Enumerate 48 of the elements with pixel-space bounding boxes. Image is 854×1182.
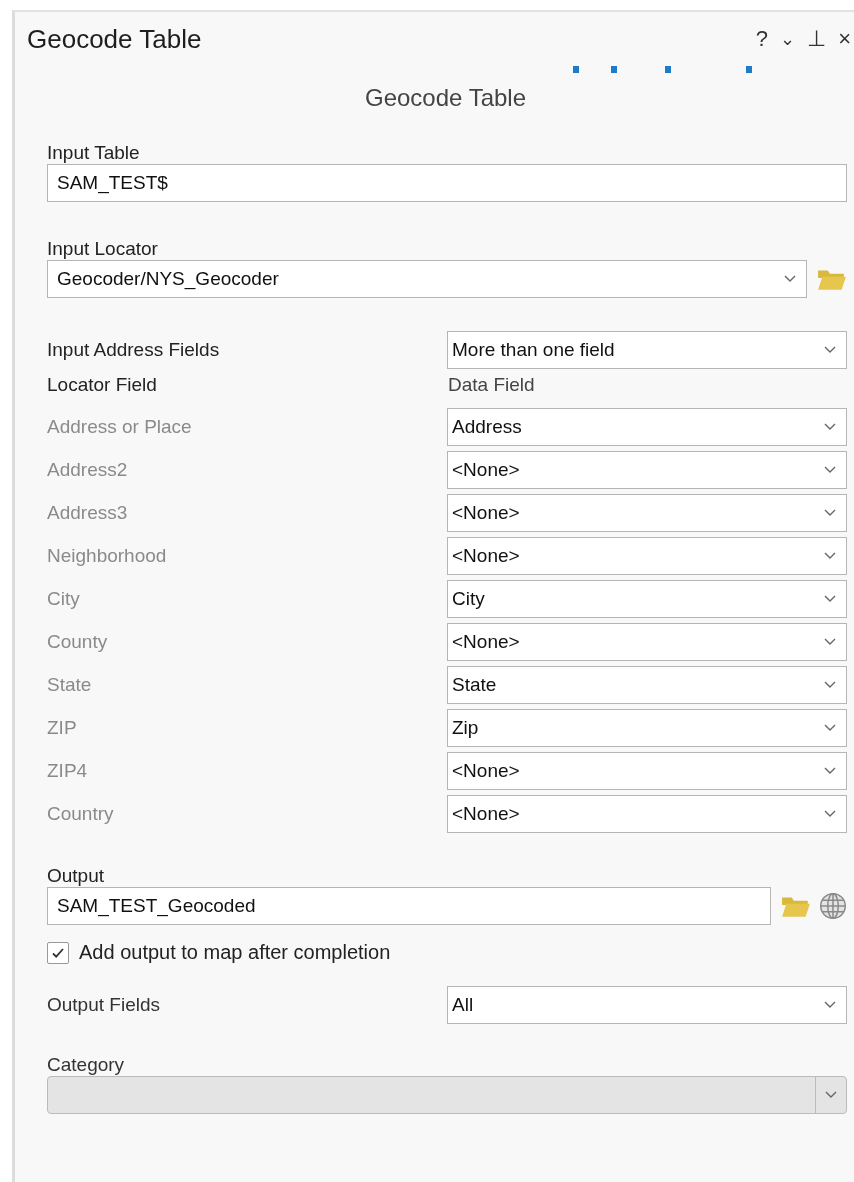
chevron-down-icon (824, 466, 836, 474)
address-fields-dropdown[interactable]: More than one field (447, 331, 847, 369)
chevron-down-icon (824, 552, 836, 560)
input-table-field[interactable]: SAM_TEST$ (47, 164, 847, 202)
chevron-down-icon (824, 509, 836, 517)
locator-field-label: City (47, 588, 81, 610)
chevron-down-icon (784, 275, 796, 283)
column-header: Locator Field (47, 374, 158, 396)
field-label: Input Address Fields (47, 339, 221, 361)
chevron-down-icon (824, 346, 836, 354)
globe-icon[interactable] (819, 892, 847, 920)
window-title: Geocode Table (27, 23, 202, 55)
chevron-down-icon (825, 1091, 837, 1099)
field-label: Input Locator (47, 238, 158, 260)
locator-field-label: State (47, 674, 93, 696)
folder-icon[interactable] (781, 894, 811, 918)
pin-button[interactable]: ⊥ (803, 26, 830, 52)
field-label: Input Table (47, 142, 140, 164)
locator-field-label: Address or Place (47, 416, 193, 438)
locator-field-label: ZIP (47, 717, 78, 739)
folder-icon[interactable] (817, 267, 847, 291)
field-label: Category (47, 1054, 125, 1076)
locator-field-label: Address3 (47, 502, 129, 524)
chevron-down-icon (824, 767, 836, 775)
locator-field-label: Address2 (47, 459, 129, 481)
field-label: Output (47, 865, 105, 887)
chevron-down-icon (824, 595, 836, 603)
chevron-down-icon (824, 638, 836, 646)
locator-field-label: Country (47, 803, 115, 825)
field-label: Output Fields (47, 994, 161, 1016)
chevron-down-icon (824, 1001, 836, 1009)
options-button[interactable]: ⌄ (776, 28, 798, 50)
column-header: Data Field (447, 374, 536, 396)
chevron-down-icon (824, 724, 836, 732)
locator-field-label: County (47, 631, 109, 653)
locator-field-label: ZIP4 (47, 760, 89, 782)
locator-field-label: Neighborhood (47, 545, 168, 567)
chevron-down-icon (824, 423, 836, 431)
checkbox[interactable] (47, 941, 69, 964)
tool-title: Geocode Table (364, 84, 527, 112)
close-button[interactable]: × (835, 26, 854, 52)
output-field[interactable]: SAM_TEST_Geocoded (47, 887, 771, 925)
help-button[interactable]: ? (752, 26, 771, 52)
chevron-down-icon (824, 681, 836, 689)
chevron-down-icon (824, 810, 836, 818)
checkbox-label: Add output to map after completion (79, 941, 391, 964)
output-fields-dropdown[interactable]: All (447, 986, 847, 1024)
input-locator-dropdown[interactable]: Geocoder/NYS_Geocoder (47, 260, 807, 298)
